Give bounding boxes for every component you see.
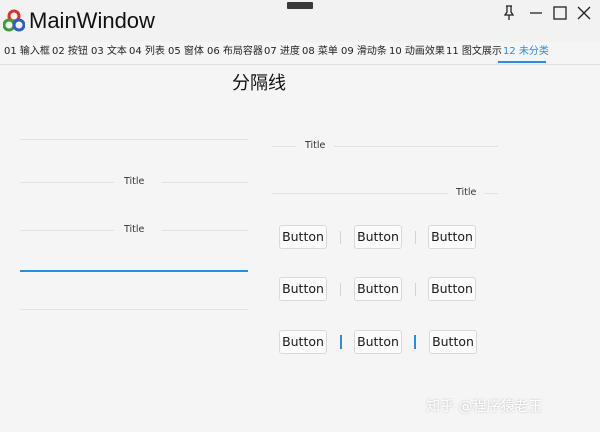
tab-menu[interactable]: 08 菜单: [302, 45, 338, 59]
close-button[interactable]: [574, 3, 594, 23]
vertical-separator: [415, 283, 416, 296]
divider-line-right: [334, 146, 498, 147]
active-tab-indicator: [498, 61, 546, 63]
pin-icon: [503, 5, 515, 20]
maximize-icon: [553, 6, 567, 20]
divider-line-left: [272, 193, 448, 194]
divider-accent: [20, 270, 248, 272]
tab-bar: 01 输入框 02 按钮 03 文本 04 列表 05 窗体 06 布局容器 0…: [0, 42, 600, 65]
window-title: MainWindow: [29, 8, 155, 33]
divider-line-left: [20, 230, 114, 231]
drag-handle[interactable]: [287, 2, 313, 9]
watermark: 知乎 @程序猿老王: [426, 399, 543, 415]
tab-slider[interactable]: 09 滑动条: [341, 45, 387, 59]
divider-line-left: [20, 182, 114, 183]
button[interactable]: Button: [279, 277, 327, 301]
divider-label: Title: [305, 140, 326, 151]
tab-window[interactable]: 05 窗体: [168, 45, 204, 59]
page-title: 分隔线: [232, 73, 286, 94]
tab-list[interactable]: 04 列表: [129, 45, 165, 59]
divider-line-right: [162, 182, 248, 183]
divider-plain: [20, 139, 248, 140]
tab-gallery[interactable]: 11 图文展示: [446, 45, 502, 59]
divider-line-right: [162, 230, 248, 231]
divider-label: Title: [124, 224, 145, 235]
button[interactable]: Button: [279, 225, 327, 249]
button[interactable]: Button: [354, 330, 402, 354]
button[interactable]: Button: [354, 277, 402, 301]
vertical-separator-accent: [340, 335, 342, 349]
divider-plain: [20, 309, 248, 310]
button[interactable]: Button: [429, 330, 477, 354]
divider-line-left: [272, 146, 296, 147]
button[interactable]: Button: [354, 225, 402, 249]
tab-layout[interactable]: 06 布局容器: [207, 45, 263, 59]
maximize-button[interactable]: [550, 3, 570, 23]
divider-label: Title: [124, 176, 145, 187]
button[interactable]: Button: [279, 330, 327, 354]
tab-uncategorized[interactable]: 12 未分类: [503, 45, 549, 59]
vertical-separator: [340, 231, 341, 244]
minimize-icon: [530, 12, 542, 14]
tab-progress[interactable]: 07 进度: [264, 45, 300, 59]
button[interactable]: Button: [428, 225, 476, 249]
tab-button[interactable]: 02 按钮: [52, 45, 88, 59]
divider-label: Title: [456, 187, 477, 198]
minimize-button[interactable]: [526, 3, 546, 23]
tab-animation[interactable]: 10 动画效果: [389, 45, 445, 59]
title-bar: MainWindow: [0, 0, 600, 42]
tab-input[interactable]: 01 输入框: [4, 45, 50, 59]
button[interactable]: Button: [428, 277, 476, 301]
vertical-separator: [340, 283, 341, 296]
vertical-separator: [415, 231, 416, 244]
close-icon: [577, 6, 591, 20]
app-logo-icon: [3, 9, 25, 32]
vertical-separator-accent: [414, 335, 416, 349]
pin-button[interactable]: [499, 3, 519, 23]
tab-text[interactable]: 03 文本: [91, 45, 127, 59]
divider-line-right: [484, 193, 498, 194]
